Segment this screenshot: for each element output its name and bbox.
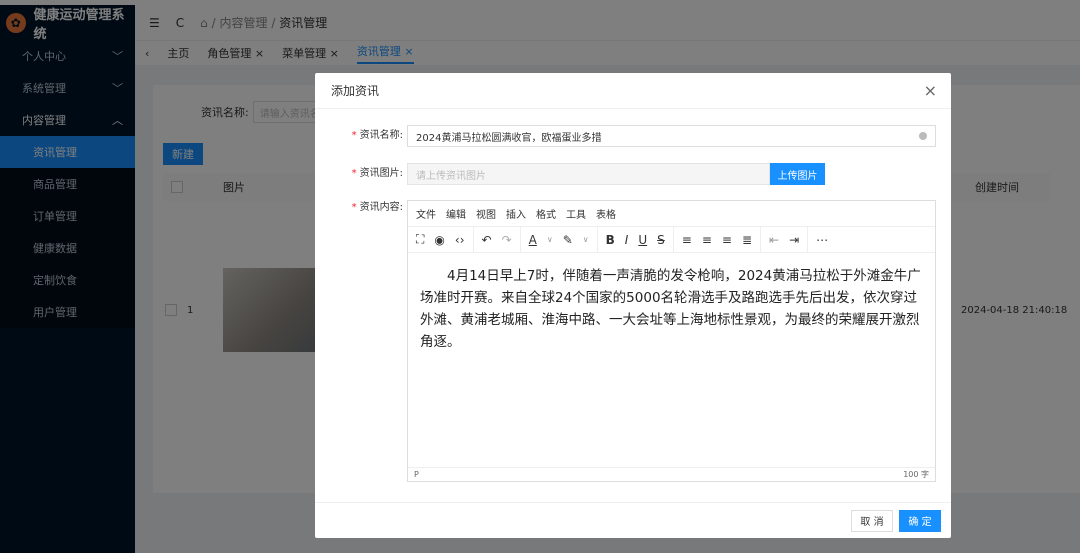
- menu-edit[interactable]: 编辑: [446, 206, 466, 221]
- dialog-title: 添加资讯: [331, 84, 380, 98]
- text-color-icon[interactable]: A: [529, 233, 537, 247]
- element-path: P: [414, 470, 419, 479]
- italic-icon[interactable]: I: [625, 233, 629, 247]
- code-icon[interactable]: ‹›: [455, 233, 465, 247]
- redo-icon[interactable]: ↷: [502, 233, 512, 247]
- outdent-icon[interactable]: ⇤: [769, 233, 779, 247]
- editor-content[interactable]: 4月14日早上7时，伴随着一声清脆的发令枪响，2024黄浦马拉松于外滩金牛广场准…: [408, 253, 935, 365]
- dialog-footer: 取 消 确 定: [315, 502, 951, 538]
- content-label: 资讯内容:: [359, 202, 403, 213]
- menu-format[interactable]: 格式: [536, 206, 556, 221]
- menu-table[interactable]: 表格: [596, 206, 616, 221]
- fullscreen-icon[interactable]: ⛶: [416, 232, 424, 247]
- menu-file[interactable]: 文件: [416, 206, 436, 221]
- clear-icon[interactable]: [919, 132, 927, 140]
- underline-icon[interactable]: U: [638, 233, 647, 247]
- indent-icon[interactable]: ⇥: [789, 233, 799, 247]
- close-icon[interactable]: ×: [924, 81, 937, 100]
- menu-insert[interactable]: 插入: [506, 206, 526, 221]
- cancel-button[interactable]: 取 消: [851, 509, 893, 532]
- name-value: 2024黄浦马拉松圆满收官，欧福蛋业多措: [416, 132, 602, 144]
- name-label: 资讯名称:: [359, 130, 403, 141]
- align-right-icon[interactable]: ≡: [722, 233, 732, 247]
- editor-menubar: 文件 编辑 视图 插入 格式 工具 表格: [408, 201, 935, 227]
- chevron-down-icon[interactable]: ∨: [583, 235, 589, 244]
- align-center-icon[interactable]: ≡: [702, 233, 712, 247]
- word-count: 100 字: [903, 470, 929, 479]
- image-label: 资讯图片:: [359, 168, 403, 179]
- bold-icon[interactable]: B: [606, 233, 615, 247]
- confirm-button[interactable]: 确 定: [899, 509, 941, 532]
- strikethrough-icon[interactable]: S: [657, 233, 665, 247]
- align-left-icon[interactable]: ≡: [682, 233, 692, 247]
- editor-statusbar: P 100 字: [408, 467, 935, 481]
- add-news-dialog: 添加资讯 × * 资讯名称: 2024黄浦马拉松圆满收官，欧福蛋业多措 * 资讯图片: 请…: [315, 73, 951, 538]
- undo-icon[interactable]: ↶: [482, 233, 492, 247]
- menu-view[interactable]: 视图: [476, 206, 496, 221]
- more-icon[interactable]: ⋯: [816, 233, 828, 247]
- chevron-down-icon[interactable]: ∨: [547, 235, 553, 244]
- rich-text-editor: 文件 编辑 视图 插入 格式 工具 表格 ⛶ ◉ ‹› ↶ ↷ A ∨ ✎ ∨ BIUS ≡ ≡ ≡ ≣ ⇤ ⇥…: [407, 200, 936, 482]
- image-input[interactable]: 请上传资讯图片: [407, 163, 770, 185]
- align-justify-icon[interactable]: ≣: [742, 233, 752, 247]
- menu-tools[interactable]: 工具: [566, 206, 586, 221]
- editor-toolbar: ⛶ ◉ ‹› ↶ ↷ A ∨ ✎ ∨ BIUS ≡ ≡ ≡ ≣ ⇤ ⇥ ⋯: [408, 226, 935, 253]
- upload-image-button[interactable]: 上传图片: [770, 163, 825, 185]
- preview-icon[interactable]: ◉: [434, 233, 444, 247]
- highlight-icon[interactable]: ✎: [563, 233, 573, 247]
- name-input[interactable]: 2024黄浦马拉松圆满收官，欧福蛋业多措: [407, 125, 936, 147]
